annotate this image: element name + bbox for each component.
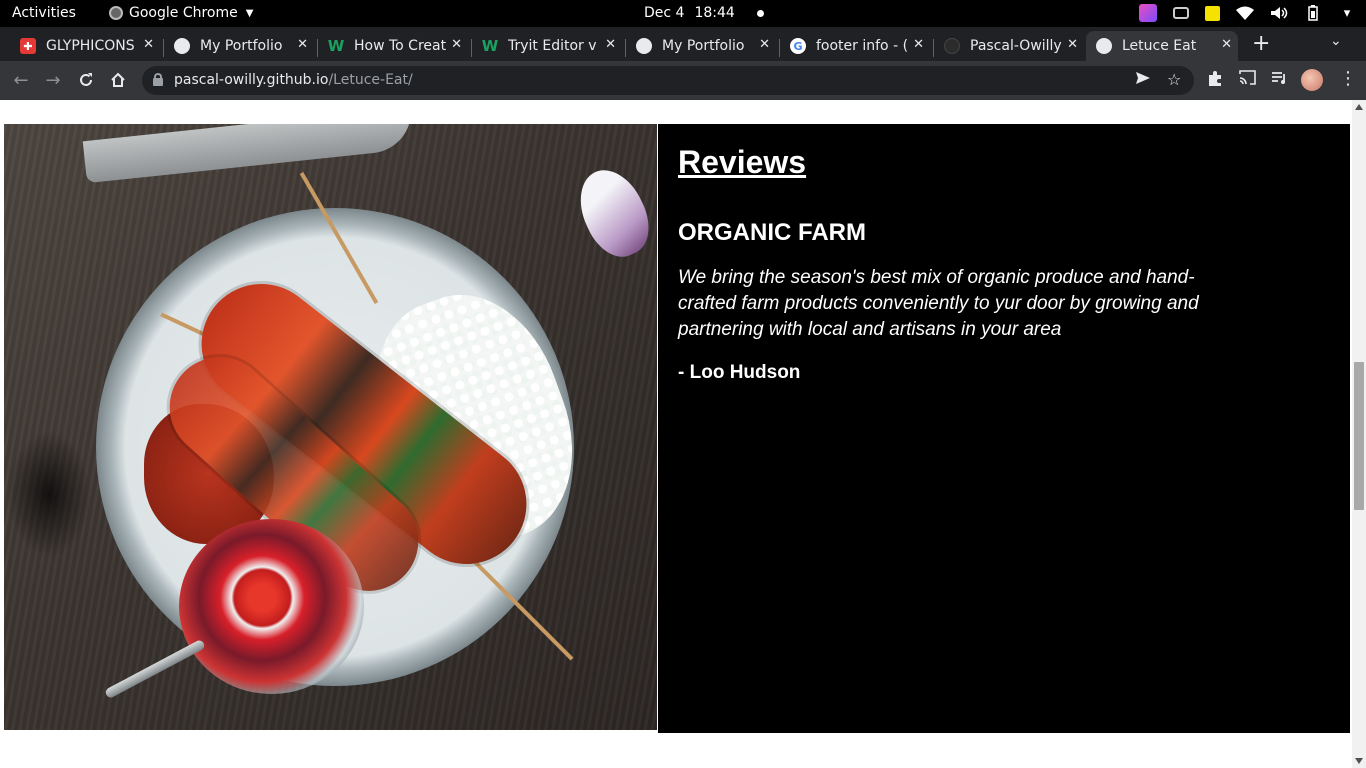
url-path: /Letuce-Eat/	[328, 72, 413, 88]
close-icon[interactable]: ✕	[913, 37, 924, 52]
tab-glyphicons[interactable]: ✚ GLYPHICONS ✕	[10, 31, 160, 61]
food-image	[4, 124, 657, 730]
close-icon[interactable]: ✕	[1221, 37, 1232, 52]
tray-drive-icon[interactable]	[1173, 7, 1189, 19]
close-icon[interactable]: ✕	[451, 37, 462, 52]
tab-letuce-eat[interactable]: Letuce Eat ✕	[1086, 31, 1238, 61]
clock[interactable]: Dec 4 18:44	[644, 5, 764, 21]
tab-label: How To Creat	[354, 38, 447, 54]
tab-my-portfolio-2[interactable]: My Portfolio ✕	[626, 31, 776, 61]
tab-label: My Portfolio	[200, 38, 283, 54]
tab-label: My Portfolio	[662, 38, 745, 54]
tab-label: Letuce Eat	[1122, 38, 1197, 54]
close-icon[interactable]: ✕	[143, 37, 154, 52]
review-title: ORGANIC FARM	[678, 219, 866, 246]
tab-github[interactable]: Pascal-Owilly ✕	[934, 31, 1084, 61]
tray-notes-icon[interactable]	[1205, 5, 1220, 21]
tray-app-icon[interactable]	[1139, 4, 1157, 22]
tab-strip: ✚ GLYPHICONS ✕ My Portfolio ✕ W How To C…	[0, 27, 1366, 61]
chevron-down-icon: ▼	[245, 7, 254, 19]
power-menu-chevron-icon[interactable]: ▾	[1338, 4, 1356, 22]
glyphicons-icon: ✚	[20, 38, 36, 54]
tab-label: GLYPHICONS	[46, 38, 135, 54]
w3schools-icon: W	[481, 37, 499, 55]
globe-icon	[636, 38, 652, 54]
battery-icon[interactable]	[1304, 4, 1322, 22]
chrome-icon	[109, 6, 123, 20]
wifi-icon[interactable]	[1236, 4, 1254, 22]
more-menu-icon[interactable]: ⋮	[1339, 68, 1357, 89]
github-icon	[944, 38, 960, 54]
w3schools-icon: W	[327, 37, 345, 55]
scroll-up-arrow-icon[interactable]	[1355, 104, 1363, 110]
bookmark-star-icon[interactable]: ☆	[1167, 70, 1181, 89]
address-bar[interactable]: pascal-owilly.github.io/Letuce-Eat/ ☆	[142, 66, 1194, 95]
media-queue-icon[interactable]	[1271, 70, 1287, 89]
clock-time: 18:44	[694, 5, 735, 21]
onion-shape	[567, 159, 657, 267]
reload-button[interactable]	[75, 69, 97, 91]
clock-date: Dec 4	[644, 5, 685, 21]
system-top-bar: Activities Google Chrome ▼ Dec 4 18:44 ▾	[0, 0, 1366, 27]
review-quote: We bring the season's best mix of organi…	[678, 267, 1199, 340]
reviews-section: Reviews ORGANIC FARM We bring the season…	[658, 124, 1350, 733]
app-menu[interactable]: Google Chrome ▼	[109, 5, 253, 21]
url-text[interactable]: pascal-owilly.github.io/Letuce-Eat/	[174, 72, 413, 88]
knife-shape	[82, 124, 416, 184]
url-host: pascal-owilly.github.io	[174, 72, 329, 88]
extensions-puzzle-icon[interactable]	[1207, 70, 1223, 90]
page-viewport: Reviews ORGANIC FARM We bring the season…	[0, 100, 1366, 768]
lock-icon[interactable]	[153, 73, 163, 86]
new-tab-button[interactable]: +	[1252, 31, 1270, 56]
tab-label: footer info - (	[816, 38, 909, 54]
close-icon[interactable]: ✕	[759, 37, 770, 52]
browser-toolbar: ← → pascal-owilly.github.io/Letuce-Eat/ …	[0, 61, 1366, 100]
close-icon[interactable]: ✕	[605, 37, 616, 52]
tab-tryit-editor[interactable]: W Tryit Editor v ✕	[472, 31, 622, 61]
home-button[interactable]	[107, 69, 129, 91]
close-icon[interactable]: ✕	[1067, 37, 1078, 52]
reviews-heading: Reviews	[678, 144, 807, 180]
app-name: Google Chrome	[129, 5, 238, 21]
volume-icon[interactable]	[1270, 4, 1288, 22]
globe-icon	[1096, 38, 1112, 54]
scroll-down-arrow-icon[interactable]	[1355, 758, 1363, 764]
salsa-bowl-shape	[179, 519, 364, 694]
tab-how-to-create[interactable]: W How To Creat ✕	[318, 31, 468, 61]
tab-footer-info[interactable]: G footer info - ( ✕	[780, 31, 930, 61]
close-icon[interactable]: ✕	[297, 37, 308, 52]
send-to-devices-icon[interactable]	[1135, 70, 1151, 90]
page-scrollbar[interactable]	[1352, 100, 1366, 768]
tab-label: Tryit Editor v	[508, 38, 597, 54]
scrollbar-thumb[interactable]	[1354, 362, 1364, 510]
cast-icon[interactable]	[1239, 70, 1256, 89]
profile-avatar[interactable]	[1301, 69, 1323, 91]
activities-button[interactable]: Activities	[12, 5, 76, 21]
tab-search-chevron-icon[interactable]: ⌄	[1330, 33, 1342, 49]
globe-icon	[174, 38, 190, 54]
tab-my-portfolio[interactable]: My Portfolio ✕	[164, 31, 314, 61]
notification-dot-icon	[756, 9, 764, 17]
spoon-shape	[104, 638, 206, 700]
back-button[interactable]: ←	[10, 69, 32, 91]
system-tray[interactable]: ▾	[1139, 4, 1356, 22]
google-icon: G	[790, 38, 806, 54]
tab-label: Pascal-Owilly	[970, 38, 1062, 54]
forward-button[interactable]: →	[42, 69, 64, 91]
review-author: - Loo Hudson	[678, 362, 801, 383]
